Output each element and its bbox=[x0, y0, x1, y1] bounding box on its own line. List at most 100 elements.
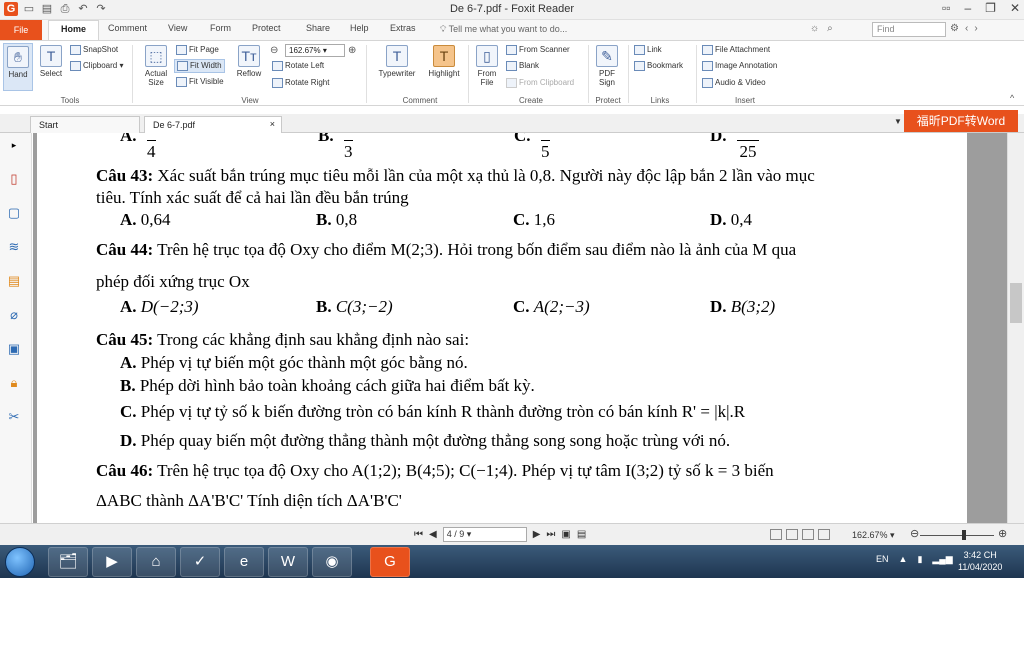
zoom-level[interactable]: 162.67% ▾ bbox=[852, 530, 895, 541]
page-view-icon[interactable]: ▣ bbox=[561, 529, 570, 540]
properties-icon[interactable]: ✂ bbox=[6, 409, 22, 425]
network-icon[interactable]: ▂▄▆ bbox=[932, 554, 952, 565]
pdf-to-word-button[interactable]: 福昕PDF转Word bbox=[904, 110, 1018, 132]
app-icon[interactable]: ⌂ bbox=[136, 547, 176, 577]
prev-fraction-a-denominator: 4 bbox=[147, 140, 156, 161]
blank-button[interactable]: Blank bbox=[506, 61, 539, 71]
clock[interactable]: 3:42 CH 11/04/2020 bbox=[958, 549, 1002, 573]
single-page-icon[interactable] bbox=[770, 529, 782, 540]
vertical-scrollbar[interactable] bbox=[1007, 133, 1024, 523]
file-attachment-button[interactable]: File Attachment bbox=[702, 45, 770, 55]
fit-width-button[interactable]: Fit Width bbox=[174, 59, 225, 73]
first-page-icon[interactable]: ⏮ bbox=[414, 529, 423, 540]
maximize-button[interactable]: ❐ bbox=[985, 1, 996, 15]
collapse-ribbon-icon[interactable]: ^ bbox=[1010, 93, 1014, 103]
q45-answer-d: D. Phép quay biến một đường thẳng thành … bbox=[120, 431, 731, 450]
start-button[interactable] bbox=[5, 547, 35, 577]
page-number-input[interactable]: 4 / 9 ▾ bbox=[442, 527, 527, 542]
zoom-slider[interactable]: ⊖ ⊕ bbox=[910, 527, 1010, 541]
firefox-icon[interactable]: ◉ bbox=[312, 547, 352, 577]
rotate-right-button[interactable]: Rotate Right bbox=[272, 78, 329, 88]
select-tool-button[interactable]: T Select bbox=[36, 43, 66, 91]
link-button[interactable]: Link bbox=[634, 45, 662, 55]
continuous-page-icon[interactable] bbox=[786, 529, 798, 540]
audio-video-button[interactable]: Audio & Video bbox=[702, 78, 766, 88]
ribbon-separator bbox=[468, 45, 469, 103]
tab-share[interactable]: Share bbox=[306, 23, 330, 33]
continuous-view-icon[interactable]: ▤ bbox=[577, 529, 586, 540]
highlight-button[interactable]: T Highlight bbox=[424, 43, 464, 93]
tab-help[interactable]: Help bbox=[350, 23, 369, 33]
find-input[interactable]: Find bbox=[872, 22, 946, 37]
tab-home[interactable]: Home bbox=[48, 20, 100, 41]
clipboard-button[interactable]: Clipboard ▾ bbox=[70, 61, 124, 71]
tray-arrow-icon[interactable]: ▲ bbox=[899, 554, 908, 565]
minimize-button[interactable]: – bbox=[964, 1, 971, 15]
fit-page-button[interactable]: Fit Page bbox=[176, 45, 219, 55]
facing-page-icon[interactable] bbox=[802, 529, 814, 540]
internet-explorer-icon[interactable]: e bbox=[224, 547, 264, 577]
bookmarks-icon[interactable]: ▯ bbox=[6, 171, 22, 187]
sun-icon[interactable]: ☼ bbox=[810, 23, 819, 34]
tab-form[interactable]: Form bbox=[210, 23, 231, 33]
security-lock-icon[interactable]: 🔒︎ bbox=[6, 375, 22, 391]
link-icon bbox=[634, 45, 645, 55]
close-tab-icon[interactable]: × bbox=[270, 119, 275, 129]
zoom-combo[interactable]: 162.67% ▾ bbox=[285, 44, 345, 57]
word-icon[interactable]: W bbox=[268, 547, 308, 577]
tab-protect[interactable]: Protect bbox=[252, 23, 281, 33]
bookmark-button[interactable]: Bookmark bbox=[634, 61, 683, 71]
tab-view[interactable]: View bbox=[168, 23, 187, 33]
reflow-button[interactable]: Tт Reflow bbox=[234, 43, 264, 93]
fit-visible-button[interactable]: Fit Visible bbox=[176, 77, 224, 87]
scrollbar-thumb[interactable] bbox=[1010, 283, 1022, 323]
snapshot-button[interactable]: SnapShot bbox=[70, 45, 118, 55]
zoom-out-icon[interactable]: ⊖ bbox=[910, 527, 919, 540]
hand-tool-button[interactable]: ✋︎ Hand bbox=[3, 43, 33, 91]
next-page-icon[interactable]: ▶ bbox=[533, 529, 541, 540]
image-annotation-button[interactable]: Image Annotation bbox=[702, 61, 777, 71]
pdf-sign-button[interactable]: ✎ PDF Sign bbox=[592, 43, 622, 93]
media-player-icon[interactable]: ▶ bbox=[92, 547, 132, 577]
restore-layout-button[interactable]: ▫▫ bbox=[942, 1, 951, 15]
last-page-icon[interactable]: ⏭ bbox=[546, 529, 555, 540]
search-options-icon[interactable]: ⌕ bbox=[827, 23, 833, 34]
ribbon-panel: ✋︎ Hand T Select SnapShot Clipboard ▾ ⬚ Act… bbox=[0, 40, 1024, 106]
zoom-out-icon[interactable]: ⊖ bbox=[270, 45, 278, 56]
zoom-in-icon[interactable]: ⊕ bbox=[348, 45, 356, 56]
tab-comment[interactable]: Comment bbox=[108, 23, 147, 33]
settings-icon[interactable]: ⚙ bbox=[950, 23, 959, 34]
prev-arrow-icon[interactable]: ‹ bbox=[965, 23, 968, 34]
page-thumbnails-icon[interactable]: ▢ bbox=[6, 205, 22, 221]
signatures-icon[interactable]: ▣ bbox=[6, 341, 22, 357]
tab-start[interactable]: Start bbox=[30, 116, 140, 133]
zoom-knob[interactable] bbox=[962, 530, 966, 540]
battery-icon[interactable]: ▮ bbox=[917, 554, 922, 565]
tab-de-6-7[interactable]: De 6-7.pdf × bbox=[144, 116, 282, 133]
from-scanner-button[interactable]: From Scanner bbox=[506, 45, 570, 55]
document-viewport[interactable]: A. 4 B. 3 C. 5 D. 25 Câu 43: Xác suất bắ… bbox=[33, 133, 1007, 523]
window-title: De 6-7.pdf - Foxit Reader bbox=[449, 3, 575, 15]
from-clipboard-button[interactable]: From Clipboard bbox=[506, 78, 574, 88]
attachments-icon[interactable]: ⌀ bbox=[6, 307, 22, 323]
rotate-left-button[interactable]: Rotate Left bbox=[272, 61, 324, 71]
file-explorer-icon[interactable]: 🗂︎ bbox=[48, 547, 88, 577]
next-arrow-icon[interactable]: › bbox=[974, 23, 977, 34]
layers-icon[interactable]: ≋ bbox=[6, 239, 22, 255]
comments-icon[interactable]: ▤ bbox=[6, 273, 22, 289]
continuous-facing-icon[interactable] bbox=[818, 529, 830, 540]
foxit-reader-taskbar-icon[interactable]: G bbox=[370, 547, 410, 577]
actual-size-button[interactable]: ⬚ Actual Size bbox=[140, 43, 172, 93]
prev-page-icon[interactable]: ◀ bbox=[429, 529, 437, 540]
typewriter-button[interactable]: T Typewriter bbox=[374, 43, 420, 93]
zoom-in-icon[interactable]: ⊕ bbox=[998, 527, 1007, 540]
tab-list-dropdown-icon[interactable]: ▼ bbox=[894, 117, 902, 126]
tell-me-search[interactable]: 💡︎ Tell me what you want to do... bbox=[440, 24, 567, 35]
app-green-icon[interactable]: ✓ bbox=[180, 547, 220, 577]
tab-extras[interactable]: Extras bbox=[390, 23, 416, 33]
tab-file[interactable]: File bbox=[0, 20, 42, 40]
language-indicator[interactable]: EN bbox=[876, 554, 889, 565]
expand-panel-icon[interactable]: ▸ bbox=[6, 137, 22, 153]
close-button[interactable]: ✕ bbox=[1010, 1, 1020, 15]
from-file-button[interactable]: ▯ From File bbox=[472, 43, 502, 93]
